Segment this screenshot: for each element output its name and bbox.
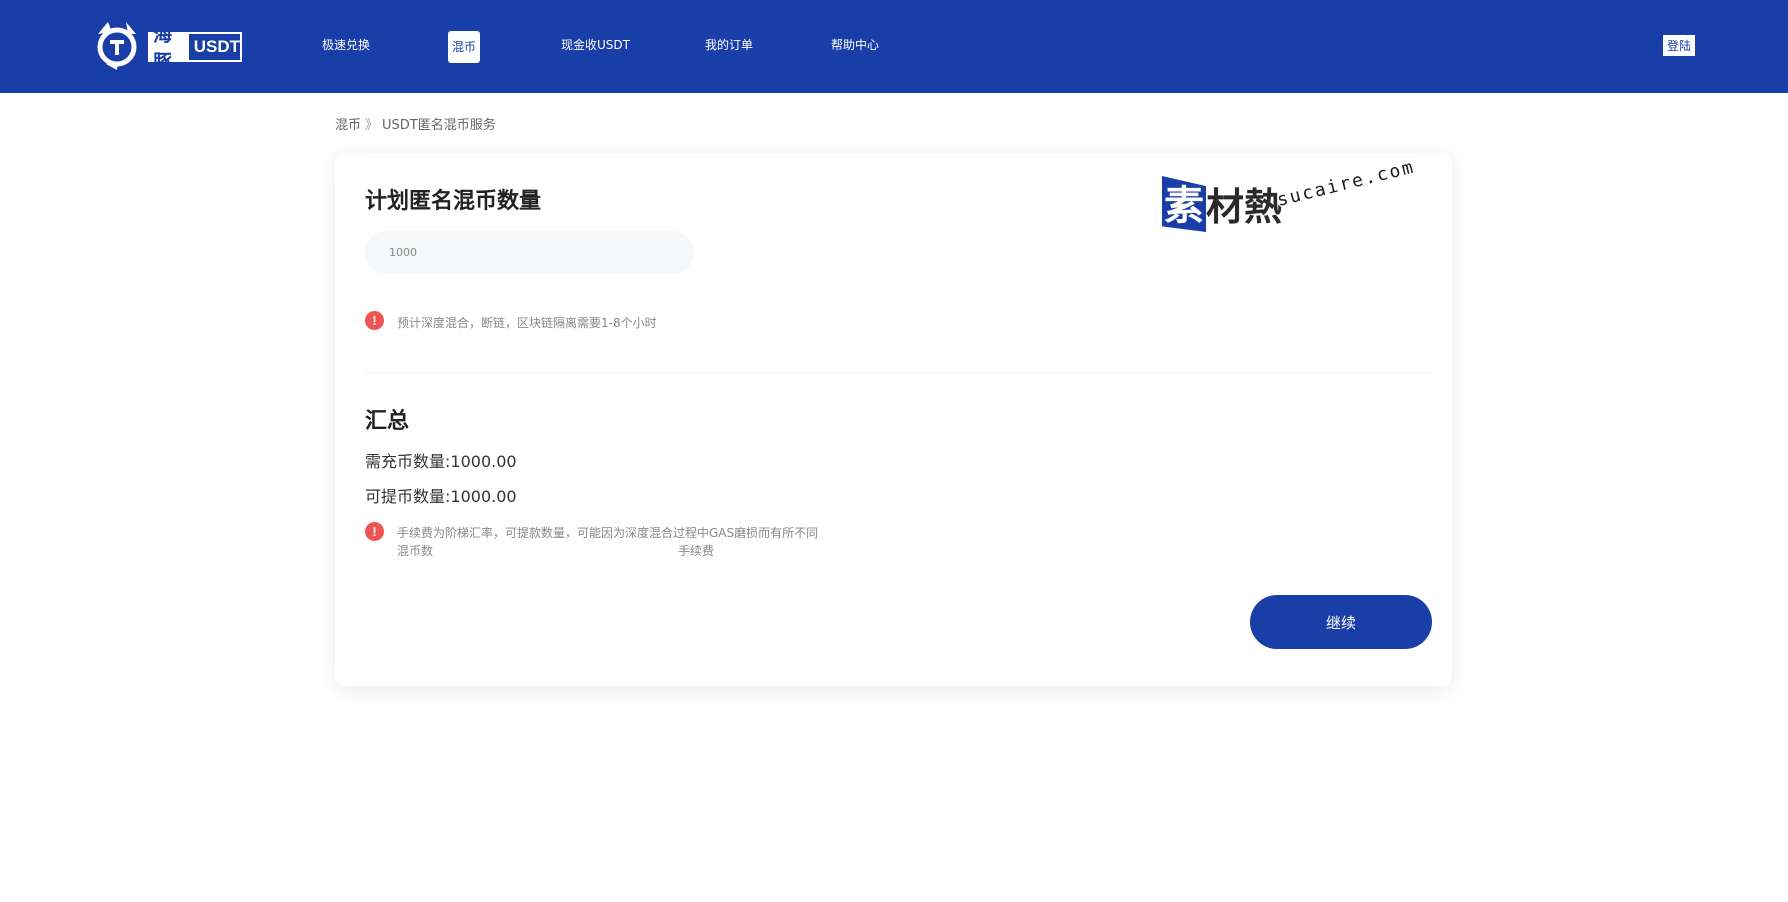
withdraw-amount-value: 1000.00	[450, 487, 517, 506]
nav-item-help-center[interactable]: 帮助中心	[831, 36, 879, 54]
top-nav: 海豚 USDT 极速兑换 混币 现金收USDT 我的订单 帮助中心 登陆	[0, 0, 1788, 93]
nav-item-cash-usdt[interactable]: 现金收USDT	[561, 36, 630, 54]
summary-section-title: 汇总	[365, 409, 410, 434]
watermark-chars: 材熱	[1206, 185, 1283, 229]
fee-note: 手续费为阶梯汇率，可提款数量，可能因为深度混合过程中GAS磨损而有所不同	[397, 526, 819, 540]
warning-icon: !	[365, 522, 384, 541]
nav-item-fast-exchange[interactable]: 极速兑换	[322, 36, 370, 54]
watermark-char: 素	[1164, 183, 1204, 229]
brand-logo[interactable]: 海豚 USDT	[92, 20, 242, 73]
deposit-amount-label: 需充币数量:	[365, 452, 451, 471]
breadcrumb-parent[interactable]: 混币	[335, 118, 361, 133]
breadcrumb-current: USDT匿名混币服务	[382, 118, 496, 133]
fee-note-fee-label: 手续费	[678, 544, 715, 558]
plan-section-title: 计划匿名混币数量	[365, 189, 542, 214]
mix-amount-input[interactable]	[365, 231, 694, 274]
watermark-logo: 素 材熱 sucaire.com	[1162, 156, 1417, 244]
plan-note: 预计深度混合，断链，区块链隔离需要1-8个小时	[397, 316, 657, 330]
nav-item-mixer[interactable]: 混币	[448, 31, 480, 63]
login-button[interactable]: 登陆	[1663, 35, 1695, 56]
fee-note-mix-label: 混币数	[397, 544, 434, 558]
warning-icon: !	[365, 311, 384, 330]
withdraw-amount-row: 可提币数量:1000.00	[365, 483, 517, 507]
deposit-amount-row: 需充币数量:1000.00	[365, 448, 517, 472]
section-divider	[365, 372, 1432, 373]
brand-wordmark: 海豚 USDT	[148, 24, 242, 73]
breadcrumb-separator: 》	[365, 118, 379, 133]
brand-name-cn: 海豚	[150, 24, 189, 73]
brand-name-en: USDT	[193, 37, 240, 56]
breadcrumb: 混币》 USDT匿名混币服务	[335, 114, 496, 133]
withdraw-amount-label: 可提币数量:	[365, 487, 451, 506]
continue-button[interactable]: 继续	[1250, 595, 1432, 649]
nav-item-my-orders[interactable]: 我的订单	[705, 36, 753, 54]
dolphin-logo-icon	[97, 22, 137, 70]
deposit-amount-value: 1000.00	[450, 452, 517, 471]
